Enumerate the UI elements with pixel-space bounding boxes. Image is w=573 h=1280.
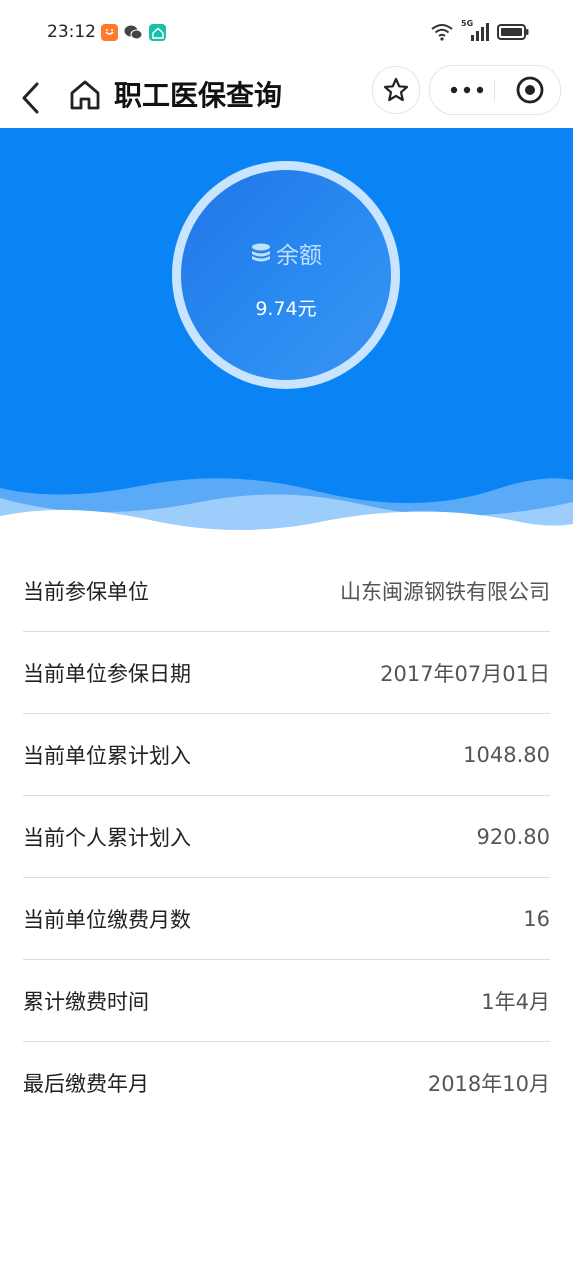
back-icon[interactable] <box>16 74 46 118</box>
info-value: 2017年07月01日 <box>380 661 550 686</box>
star-icon <box>383 77 409 102</box>
balance-ring: 余额 9.74元 <box>172 161 400 389</box>
info-value: 16 <box>523 906 550 931</box>
info-row-unit-total: 当前单位累计划入 1048.80 <box>23 714 550 796</box>
info-row-paid-duration: 累计缴费时间 1年4月 <box>23 960 550 1042</box>
info-value: 1048.80 <box>463 742 550 767</box>
info-label: 当前单位累计划入 <box>23 743 191 768</box>
info-row-insured-date: 当前单位参保日期 2017年07月01日 <box>23 632 550 714</box>
status-app-icons <box>101 24 166 41</box>
wave-decoration <box>0 478 573 540</box>
balance-label-row: 余额 <box>181 236 391 270</box>
nav-bar: 职工医保查询 <box>0 64 573 128</box>
capsule-divider <box>494 79 495 101</box>
info-row-paid-months: 当前单位缴费月数 16 <box>23 878 550 960</box>
status-bar: 23:12 5G <box>0 0 573 64</box>
balance-value: 9.74元 <box>255 298 317 320</box>
favorite-button[interactable] <box>372 66 420 114</box>
more-icon[interactable] <box>442 66 492 114</box>
status-right: 5G <box>431 19 529 42</box>
info-label: 当前参保单位 <box>23 579 149 604</box>
mini-program-capsule <box>429 65 561 115</box>
signal-icon: 5G <box>461 19 489 42</box>
info-label: 当前个人累计划入 <box>23 825 191 850</box>
page-title: 职工医保查询 <box>114 79 283 112</box>
status-time: 23:12 <box>47 22 96 42</box>
info-label: 当前单位参保日期 <box>23 661 191 686</box>
info-label: 最后缴费年月 <box>23 1071 149 1096</box>
info-value: 1年4月 <box>481 989 550 1014</box>
info-value: 山东闽源钢铁有限公司 <box>340 579 550 604</box>
balance-circle: 余额 9.74元 <box>181 170 391 380</box>
info-row-last-payment: 最后缴费年月 2018年10月 <box>23 1042 550 1123</box>
coins-icon <box>252 243 270 262</box>
info-label: 累计缴费时间 <box>23 989 149 1014</box>
home-app-icon <box>149 24 166 41</box>
wifi-icon <box>431 24 453 41</box>
info-value: 2018年10月 <box>427 1071 550 1096</box>
balance-label: 余额 <box>276 243 322 269</box>
info-row-insured-unit: 当前参保单位 山东闽源钢铁有限公司 <box>23 550 550 632</box>
battery-icon <box>497 24 529 40</box>
info-row-personal-total: 当前个人累计划入 920.80 <box>23 796 550 878</box>
taobao-app-icon <box>101 24 118 41</box>
home-icon[interactable] <box>67 77 103 113</box>
info-value: 920.80 <box>476 824 550 849</box>
info-list: 当前参保单位 山东闽源钢铁有限公司 当前单位参保日期 2017年07月01日 当… <box>23 550 550 1123</box>
target-icon[interactable] <box>506 66 554 114</box>
wechat-icon <box>124 24 143 41</box>
balance-banner: 余额 9.74元 <box>0 128 573 540</box>
info-label: 当前单位缴费月数 <box>23 907 191 932</box>
